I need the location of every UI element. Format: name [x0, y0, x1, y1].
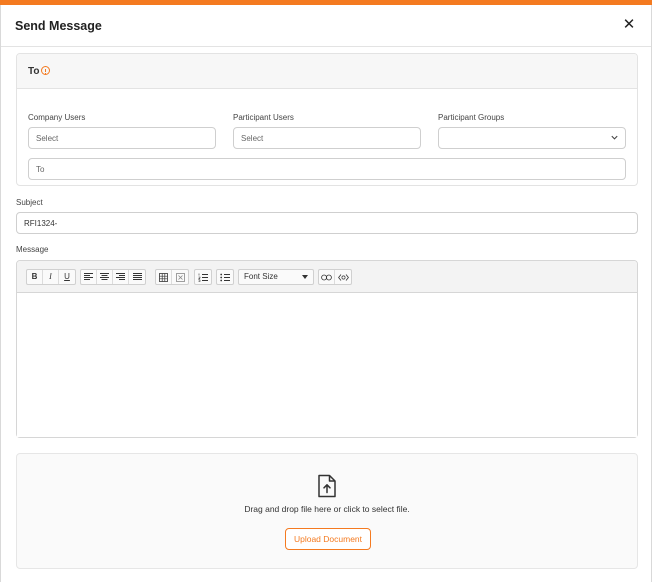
insert-table-button[interactable] [156, 270, 172, 284]
company-users-select[interactable] [28, 127, 216, 149]
font-size-label: Font Size [244, 272, 278, 281]
dialog-title: Send Message [15, 19, 102, 33]
unordered-list-button[interactable] [217, 270, 233, 284]
alignment-group [80, 269, 146, 285]
font-size-select[interactable]: Font Size [238, 269, 314, 285]
insert-link-button[interactable] [319, 270, 335, 284]
file-dropzone[interactable]: Drag and drop file here or click to sele… [16, 453, 638, 569]
send-message-dialog: Send Message ✕ To Company Users Particip… [0, 5, 652, 582]
link-icon [321, 274, 332, 280]
align-center-icon [100, 273, 109, 280]
table-icon [159, 272, 168, 282]
dropzone-text: Drag and drop file here or click to sele… [244, 504, 410, 514]
table-group [155, 269, 189, 285]
ordered-list-button[interactable] [195, 270, 211, 284]
justify-icon [132, 273, 142, 280]
bold-button[interactable]: B [27, 270, 43, 284]
file-upload-icon [318, 474, 336, 498]
align-left-icon [84, 273, 93, 280]
participant-users-label: Participant Users [233, 113, 294, 122]
chevron-down-icon [611, 135, 618, 140]
participant-groups-select[interactable] [438, 127, 626, 149]
remove-format-icon [175, 272, 185, 282]
company-users-label: Company Users [28, 113, 86, 122]
code-view-button[interactable] [335, 270, 351, 284]
justify-button[interactable] [129, 270, 145, 284]
align-right-icon [116, 273, 125, 280]
caret-down-icon [302, 275, 308, 279]
editor-toolbar: B I U Font Size [17, 261, 637, 293]
align-right-button[interactable] [113, 270, 129, 284]
link-group [318, 269, 352, 285]
message-editor: B I U Font Size [16, 260, 638, 438]
participant-users-select[interactable] [233, 127, 421, 149]
upload-document-button[interactable]: Upload Document [285, 528, 371, 550]
to-panel-header: To [17, 54, 637, 89]
ordered-list-icon [198, 273, 208, 282]
to-label: To [28, 66, 40, 77]
text-style-group: B I U [26, 269, 76, 285]
subject-input[interactable] [16, 212, 638, 234]
align-left-button[interactable] [81, 270, 97, 284]
align-center-button[interactable] [97, 270, 113, 284]
italic-button[interactable]: I [43, 270, 59, 284]
info-icon[interactable] [41, 66, 50, 75]
participant-groups-label: Participant Groups [438, 113, 505, 122]
bullet-list-icon [220, 273, 230, 281]
dialog-header: Send Message ✕ [1, 5, 651, 47]
message-body[interactable] [17, 294, 637, 437]
underline-button[interactable]: U [59, 270, 75, 284]
unordered-list-group [216, 269, 234, 285]
to-field[interactable] [28, 158, 626, 180]
code-view-icon [337, 273, 349, 281]
message-label: Message [16, 245, 49, 254]
ordered-list-group [194, 269, 212, 285]
to-panel: To Company Users Participant Users Parti… [16, 53, 638, 186]
clear-format-button[interactable] [172, 270, 188, 284]
close-icon[interactable]: ✕ [620, 16, 638, 34]
subject-label: Subject [16, 198, 43, 207]
